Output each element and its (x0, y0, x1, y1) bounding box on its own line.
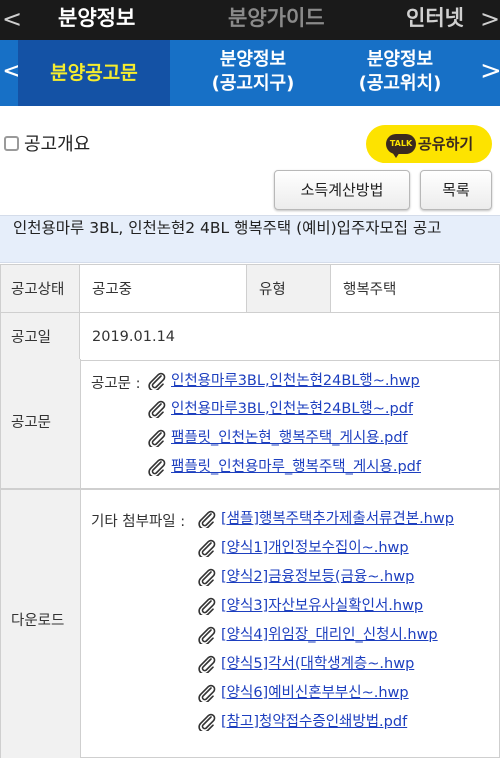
income-calc-button[interactable]: 소득계산방법 (274, 170, 410, 210)
sub-tab-line2: (공고위치) (358, 73, 442, 94)
notice-info-table: 공고상태 공고중 유형 행복주택 공고일 2019.01.14 (0, 264, 500, 361)
notice-files-label: 공고문 (1, 359, 81, 488)
sub-nav-next-arrow[interactable]: > (480, 40, 500, 106)
top-tab-internet[interactable]: 인터넷 (406, 0, 464, 40)
top-tab-sale-info[interactable]: 분양정보 (58, 0, 135, 40)
attachment-link[interactable]: [양식2]금융정보등(금융~.hwp (221, 566, 414, 588)
type-label: 유형 (246, 264, 331, 313)
attachment-link[interactable]: [양식1]개인정보수집이~.hwp (221, 537, 409, 559)
notice-files-prefix: 공고문 : (91, 376, 141, 392)
top-nav-next-arrow[interactable]: > (480, 0, 500, 40)
attachment-link[interactable]: [양식3]자산보유사실확인서.hwp (221, 595, 423, 617)
sub-nav: < 분양공고문 분양정보 (공고지구) 분양정보 (공고위치) > (0, 40, 500, 106)
attachment-link[interactable]: [양식5]각서(대학생계층~.hwp (221, 653, 414, 675)
kakao-talk-icon: TALK (386, 134, 416, 158)
file-link[interactable]: 팸플릿_인천용마루_행복주택_게시용.pdf (171, 456, 421, 478)
type-value: 행복주택 (330, 264, 500, 313)
overview-title: 공고개요 (24, 134, 91, 155)
paperclip-icon (198, 510, 216, 528)
paperclip-icon (198, 713, 216, 731)
download-row: 다운로드 기타 첨부파일 : [샘플]행복주택추가제출서류견본.hwp [양식1… (0, 489, 500, 758)
attachment-link[interactable]: [양식6]예비신혼부부신~.hwp (221, 682, 409, 704)
download-label: 다운로드 (1, 490, 81, 758)
notice-files-row: 공고문 공고문 : 인천용마루3BL,인천논현24BL행~.hwp 인천용마루3… (0, 359, 500, 489)
paperclip-icon (148, 372, 166, 390)
paperclip-icon (148, 429, 166, 447)
kakao-share-button[interactable]: TALK 공유하기 (366, 125, 492, 163)
sub-tab-notice-district[interactable]: 분양정보 (공고지구) (178, 48, 328, 96)
paperclip-icon (198, 597, 216, 615)
paperclip-icon (198, 655, 216, 673)
sub-tab-line1: 분양정보 (219, 49, 287, 70)
sub-tab-line1: 분양정보 (366, 49, 434, 70)
notice-title: 인천용마루 3BL, 인천논현2 4BL 행복주택 (예비)입주자모집 공고 (0, 215, 500, 263)
attachment-link[interactable]: [샘플]행복주택추가제출서류견본.hwp (221, 508, 454, 530)
date-value: 2019.01.14 (79, 312, 500, 361)
share-label: 공유하기 (418, 135, 474, 153)
paperclip-icon (198, 684, 216, 702)
overview-checkbox-icon (4, 136, 19, 151)
file-link[interactable]: 팸플릿_인천논현_행복주택_게시용.pdf (171, 427, 408, 449)
attachment-link[interactable]: [참고]청약접수증인쇄방법.pdf (221, 711, 407, 733)
attachment-link[interactable]: [양식4]위임장_대리인_신청시.hwp (221, 624, 438, 646)
paperclip-icon (198, 626, 216, 644)
paperclip-icon (148, 458, 166, 476)
file-link[interactable]: 인천용마루3BL,인천논현24BL행~.hwp (171, 370, 420, 392)
date-label: 공고일 (0, 312, 80, 361)
sub-tab-line2: (공고지구) (211, 73, 295, 94)
file-link[interactable]: 인천용마루3BL,인천논현24BL행~.pdf (171, 398, 413, 420)
top-nav: < 분양정보 분양가이드 인터넷 > (0, 0, 500, 40)
paperclip-icon (198, 568, 216, 586)
status-value: 공고중 (79, 264, 247, 313)
paperclip-icon (148, 400, 166, 418)
sub-tab-notice[interactable]: 분양공고문 (18, 40, 170, 106)
paperclip-icon (198, 539, 216, 557)
attachments-prefix: 기타 첨부파일 : (91, 514, 186, 530)
top-tab-sale-guide[interactable]: 분양가이드 (228, 0, 325, 40)
sub-tab-notice-location[interactable]: 분양정보 (공고위치) (325, 48, 475, 96)
status-label: 공고상태 (0, 264, 80, 313)
top-nav-prev-arrow[interactable]: < (2, 0, 22, 40)
list-button[interactable]: 목록 (420, 170, 492, 210)
